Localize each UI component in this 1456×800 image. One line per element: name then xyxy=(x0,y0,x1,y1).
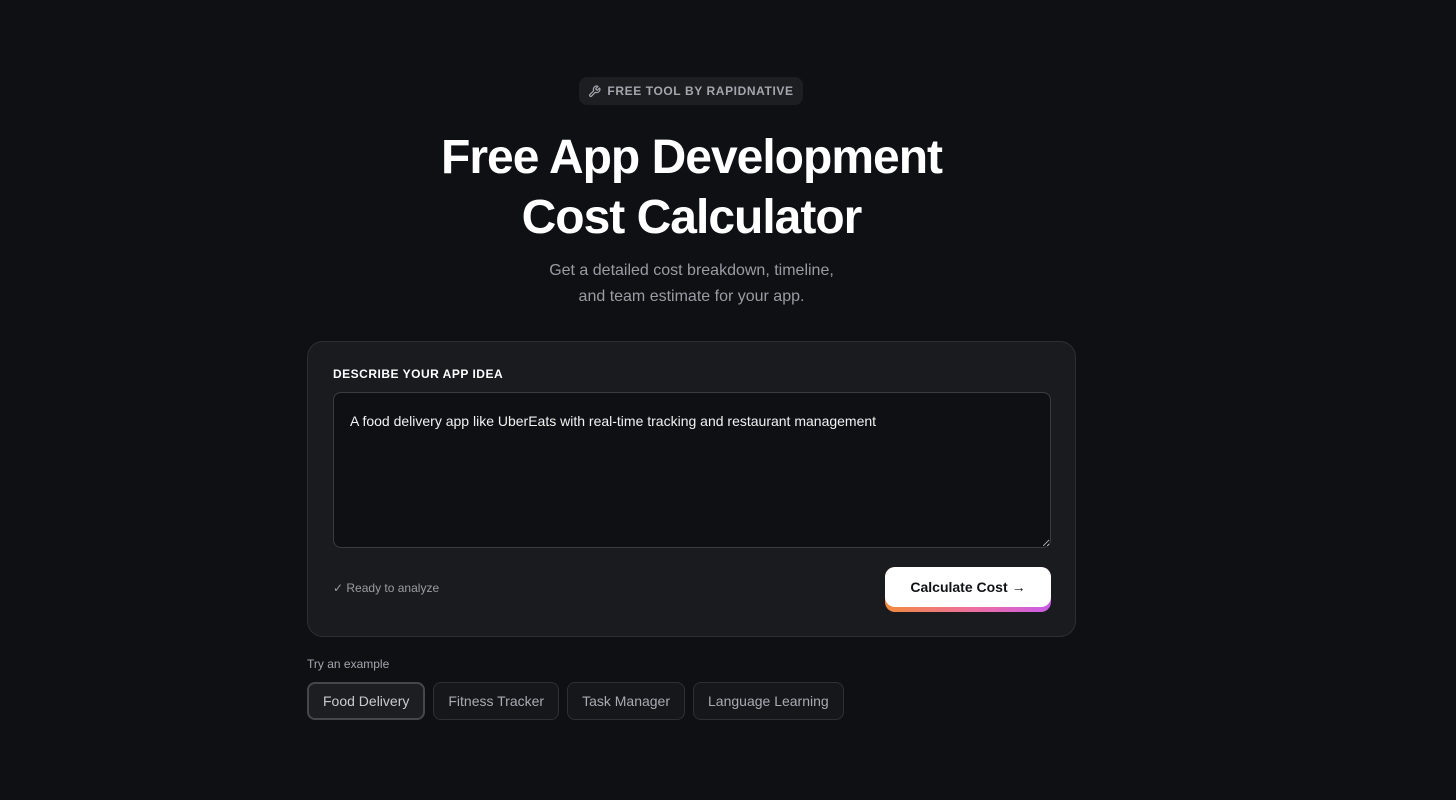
arrow-right-icon: → xyxy=(1011,579,1026,595)
example-chips: Food Delivery Fitness Tracker Task Manag… xyxy=(307,682,844,720)
page: FREE TOOL BY RAPIDNATIVE Free App Develo… xyxy=(0,0,1456,800)
example-chip-fitness-tracker[interactable]: Fitness Tracker xyxy=(433,682,560,720)
page-title: Free App Development Cost Calculator xyxy=(0,128,1383,248)
free-tool-badge: FREE TOOL BY RAPIDNATIVE xyxy=(579,77,803,105)
page-subtitle: Get a detailed cost breakdown, timeline,… xyxy=(0,258,1383,310)
app-idea-input[interactable]: A food delivery app like UberEats with r… xyxy=(333,392,1051,548)
status-text: ✓ Ready to analyze xyxy=(333,581,440,595)
app-idea-card: DESCRIBE YOUR APP IDEA A food delivery a… xyxy=(307,341,1076,637)
title-line-1: Free App Development xyxy=(441,131,943,184)
example-chip-task-manager[interactable]: Task Manager xyxy=(567,682,686,720)
app-idea-label: DESCRIBE YOUR APP IDEA xyxy=(333,367,504,381)
badge-label: FREE TOOL BY RAPIDNATIVE xyxy=(607,84,794,98)
wrench-icon xyxy=(588,84,601,98)
subtitle-line-2: and team estimate for your app. xyxy=(578,288,805,305)
example-chip-language-learning[interactable]: Language Learning xyxy=(693,682,844,720)
subtitle-line-1: Get a detailed cost breakdown, timeline, xyxy=(549,262,834,279)
title-line-2: Cost Calculator xyxy=(521,191,863,244)
calculate-button-glow: Calculate Cost → xyxy=(885,567,1051,612)
calculate-cost-label: Calculate Cost xyxy=(910,579,1008,595)
calculate-cost-button[interactable]: Calculate Cost → xyxy=(885,567,1051,607)
example-chip-food-delivery[interactable]: Food Delivery xyxy=(307,682,426,720)
examples-label: Try an example xyxy=(307,657,390,671)
